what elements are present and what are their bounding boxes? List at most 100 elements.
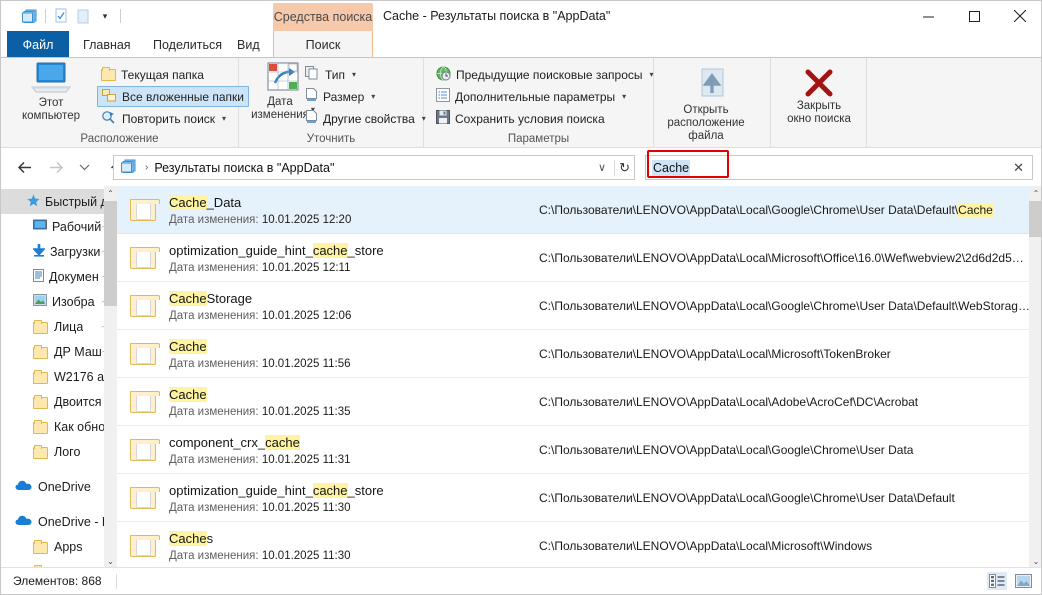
close-button[interactable] (997, 1, 1041, 31)
document-icon (33, 268, 44, 285)
other-properties-item[interactable]: Другие свойства ▾ (305, 108, 426, 129)
row-name-block: Caches Дата изменения: 10.01.2025 11:30 (169, 530, 539, 562)
sidebar-item-label: Докумен (49, 269, 99, 284)
file-list-scrollbar[interactable]: ⌃ ⌄ (1029, 186, 1041, 569)
sidebar-item-dr-mash[interactable]: ДР Маш 📌 (1, 339, 117, 364)
address-bar-controls: ∨ ↻ (598, 159, 630, 176)
folder-icon (33, 369, 48, 384)
qat-divider-1 (45, 9, 46, 23)
chevron-down-icon: ▾ (222, 114, 227, 123)
sidebar-item-desktop[interactable]: Рабочий 📌 (1, 214, 117, 239)
sidebar-item-quick-access[interactable]: Быстрый дос (1, 189, 117, 214)
sidebar-item-downloads[interactable]: Загрузки 📌 (1, 239, 117, 264)
computer-icon (30, 62, 72, 93)
other-properties-label: Другие свойства (323, 111, 415, 126)
maximize-button[interactable] (951, 1, 997, 31)
table-row[interactable]: component_crx_cache Дата изменения: 10.0… (117, 426, 1041, 474)
close-search-button[interactable]: Закрыть окно поиска (781, 68, 857, 126)
customize-qat-button[interactable]: ▾ (94, 5, 116, 27)
explorer-icon[interactable] (19, 5, 41, 27)
scroll-up-button[interactable]: ⌃ (1029, 186, 1041, 201)
list-options-icon (436, 88, 450, 105)
cloud-icon (15, 515, 32, 529)
advanced-options-item[interactable]: Дополнительные параметры ▾ (436, 86, 626, 107)
sidebar-item-dvoitsya[interactable]: Двоится из (1, 389, 117, 414)
advanced-options-label: Дополнительные параметры (455, 89, 616, 104)
ribbon-tab-row: Файл Главная Поделиться Вид Поиск ∧ ? (1, 31, 1041, 79)
quick-access-toolbar: ▾ (1, 1, 125, 31)
scroll-up-button[interactable]: ⌃ (104, 186, 117, 201)
file-modified: Дата изменения: 10.01.2025 11:31 (169, 453, 351, 466)
folder-icon (117, 534, 169, 557)
sidebar-item-lica[interactable]: Лица 📌 (1, 314, 117, 339)
search-input[interactable]: Cache (652, 159, 691, 176)
size-filter-item[interactable]: Размер ▾ (305, 86, 375, 107)
refresh-button[interactable]: ↻ (614, 159, 630, 176)
previous-searches-label: Предыдущие поисковые запросы (456, 67, 643, 82)
this-pc-button[interactable]: Этот компьютер (13, 61, 89, 123)
tab-share[interactable]: Поделиться (139, 31, 236, 58)
back-button[interactable] (11, 155, 37, 181)
save-search-item[interactable]: Сохранить условия поиска (436, 108, 605, 129)
table-row[interactable]: CacheStorage Дата изменения: 10.01.2025 … (117, 282, 1041, 330)
sidebar-item-pictures[interactable]: Изобра 📌 (1, 289, 117, 314)
address-dropdown-button[interactable]: ∨ (598, 161, 606, 174)
sidebar-item-onedrive[interactable]: OneDrive (1, 474, 117, 499)
table-row[interactable]: Caches Дата изменения: 10.01.2025 11:30 … (117, 522, 1041, 569)
navigation-pane-scrollbar[interactable]: ⌃ ⌄ (104, 186, 117, 569)
close-x-icon (805, 69, 833, 97)
table-row[interactable]: optimization_guide_hint_cache_store Дата… (117, 474, 1041, 522)
file-list: Cache_Data Дата изменения: 10.01.2025 12… (117, 186, 1041, 569)
sidebar-item-kak-obnovit[interactable]: Как обнови (1, 414, 117, 439)
sidebar-item-documents[interactable]: Докумен 📌 (1, 264, 117, 289)
row-name-block: optimization_guide_hint_cache_store Дата… (169, 242, 539, 274)
all-subfolders-item[interactable]: Все вложенные папки (97, 86, 249, 107)
open-file-location-button[interactable]: Открыть расположение файла (667, 68, 750, 143)
window-controls (905, 1, 1041, 31)
recent-locations-button[interactable] (71, 155, 97, 181)
file-path: C:\Пользователи\LENOVO\AppData\Local\Mic… (539, 250, 1024, 265)
size-icon (305, 88, 318, 105)
table-row[interactable]: Cache Дата изменения: 10.01.2025 11:56 C… (117, 330, 1041, 378)
type-filter-item[interactable]: Тип ▾ (305, 64, 356, 85)
table-row[interactable]: optimization_guide_hint_cache_store Дата… (117, 234, 1041, 282)
repeat-search-item[interactable]: Повторить поиск ▾ (101, 108, 226, 129)
table-row[interactable]: Cache Дата изменения: 10.01.2025 11:35 C… (117, 378, 1041, 426)
scrollbar-thumb[interactable] (104, 201, 117, 306)
sidebar-item-apps[interactable]: Apps (1, 534, 117, 559)
details-view-icon[interactable] (987, 572, 1007, 590)
minimize-button[interactable] (905, 1, 951, 31)
contextual-tab-search-tools[interactable]: Средства поиска (273, 3, 373, 31)
sidebar-item-label: Лица (54, 319, 84, 334)
file-modified: Дата изменения: 10.01.2025 11:30 (169, 549, 351, 562)
open-location-label-line1: Открыть (683, 104, 729, 116)
breadcrumb-search-results[interactable]: Результаты поиска в "AppData" (154, 161, 334, 175)
sidebar-item-onedrive-personal[interactable]: OneDrive - Р (1, 509, 117, 534)
tab-search[interactable]: Поиск (273, 31, 373, 58)
scrollbar-thumb[interactable] (1029, 201, 1041, 237)
folder-icon (117, 390, 169, 413)
new-folder-icon[interactable] (72, 5, 94, 27)
address-bar[interactable]: › Результаты поиска в "AppData" ∨ ↻ (113, 155, 635, 180)
sidebar-item-w2176-app[interactable]: W2176 app (1, 364, 117, 389)
tab-home[interactable]: Главная (69, 31, 145, 58)
sidebar-item-logo[interactable]: Лого (1, 439, 117, 464)
sidebar-item-label: Apps (54, 539, 83, 554)
previous-searches-item[interactable]: Предыдущие поисковые запросы ▾ (436, 64, 654, 85)
file-path: C:\Пользователи\LENOVO\AppData\Local\Goo… (539, 202, 993, 217)
forward-button[interactable] (43, 155, 69, 181)
current-folder-item[interactable]: Текущая папка (101, 64, 204, 85)
table-row[interactable]: Cache_Data Дата изменения: 10.01.2025 12… (117, 186, 1041, 234)
search-box[interactable]: Cache ✕ (645, 155, 1033, 180)
properties-icon[interactable] (50, 5, 72, 27)
tab-view[interactable]: Вид (223, 31, 274, 58)
chevron-down-icon: ▾ (352, 70, 357, 79)
arrow-left-icon (17, 161, 31, 174)
large-icons-view-icon[interactable] (1013, 572, 1033, 590)
sidebar-item-label: Рабочий (52, 219, 102, 234)
ribbon-group-location: Этот компьютер Текущая папка Все вложенн… (1, 58, 249, 148)
clear-search-button[interactable]: ✕ (1013, 160, 1024, 176)
tab-file[interactable]: Файл (7, 31, 69, 58)
file-path: C:\Пользователи\LENOVO\AppData\Local\Mic… (539, 538, 873, 553)
